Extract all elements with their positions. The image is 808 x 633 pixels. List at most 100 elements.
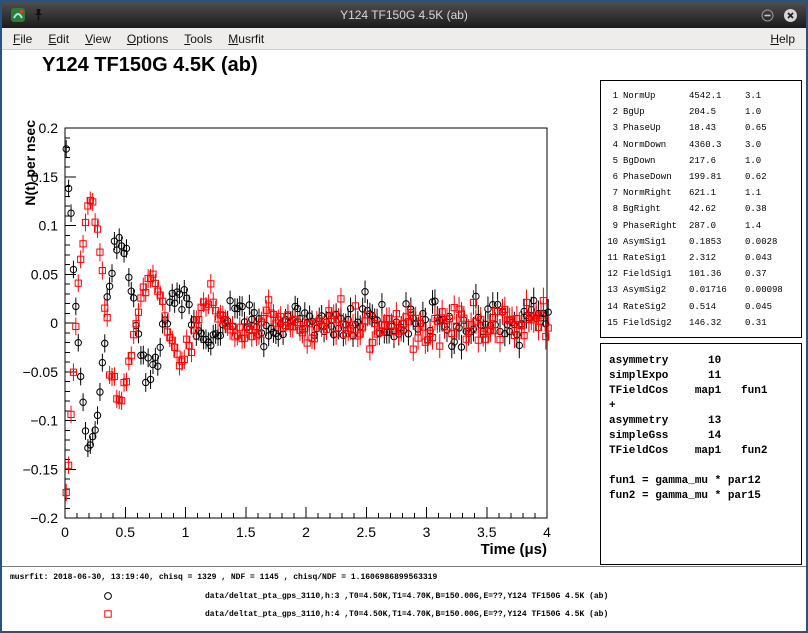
menu-file[interactable]: File <box>5 29 40 49</box>
param-row: 4 NormDown 4360.3 3.0 <box>607 137 797 153</box>
param-row: 10 AsymSig1 0.1853 0.0028 <box>607 234 797 250</box>
param-number: 13 <box>607 282 623 298</box>
param-error: 0.045 <box>745 299 797 315</box>
param-row: 1 NormUp 4542.1 3.1 <box>607 88 797 104</box>
menu-view[interactable]: View <box>77 29 119 49</box>
menu-options[interactable]: Options <box>119 29 176 49</box>
param-error: 1.0 <box>745 104 797 120</box>
param-number: 12 <box>607 266 623 282</box>
footer-divider <box>2 566 806 567</box>
param-error: 0.31 <box>745 315 797 331</box>
theory-text: asymmetry 10 simplExpo 11 TFieldCos map1… <box>609 354 793 504</box>
square-marker-icon <box>102 608 114 620</box>
param-number: 15 <box>607 315 623 331</box>
param-row: 14 RateSig2 0.514 0.045 <box>607 299 797 315</box>
param-name: BgUp <box>623 104 689 120</box>
param-error: 1.0 <box>745 153 797 169</box>
param-value: 621.1 <box>689 185 745 201</box>
param-number: 3 <box>607 120 623 136</box>
legend-row: data/deltat_pta_gps_3110,h:3 ,T0=4.50K,T… <box>2 589 806 605</box>
window-title: Y124 TF150G 4.5K (ab) <box>2 8 806 22</box>
param-row: 12 FieldSig1 101.36 0.37 <box>607 266 797 282</box>
menu-tools[interactable]: Tools <box>176 29 220 49</box>
circle-marker-icon <box>102 590 114 602</box>
param-value: 4542.1 <box>689 88 745 104</box>
param-name: FieldSig1 <box>623 266 689 282</box>
x-tick-label: 1.5 <box>236 524 256 540</box>
fit-status-line: musrfit: 2018-06-30, 13:19:40, chisq = 1… <box>10 573 437 582</box>
param-row: 3 PhaseUp 18.43 0.65 <box>607 120 797 136</box>
x-tick-label: 1 <box>182 524 190 540</box>
minimize-icon <box>761 9 774 22</box>
param-value: 199.81 <box>689 169 745 185</box>
param-value: 42.62 <box>689 201 745 217</box>
x-tick-label: 3.5 <box>477 524 497 540</box>
param-row: 13 AsymSig2 0.01716 0.00098 <box>607 282 797 298</box>
param-name: PhaseUp <box>623 120 689 136</box>
param-number: 6 <box>607 169 623 185</box>
param-error: 0.00098 <box>745 282 797 298</box>
param-value: 2.312 <box>689 250 745 266</box>
legend-label: data/deltat_pta_gps_3110,h:4 ,T0=4.50K,T… <box>205 610 608 619</box>
param-row: 15 FieldSig2 146.32 0.31 <box>607 315 797 331</box>
close-button[interactable] <box>783 8 798 23</box>
param-number: 5 <box>607 153 623 169</box>
param-row: 6 PhaseDown 199.81 0.62 <box>607 169 797 185</box>
y-tick-label: 0.05 <box>31 266 58 282</box>
param-error: 1.4 <box>745 218 797 234</box>
y-axis-title: N(t) per nsec <box>22 120 38 206</box>
param-name: BgDown <box>623 153 689 169</box>
param-error: 3.1 <box>745 88 797 104</box>
param-value: 0.1853 <box>689 234 745 250</box>
series-square-points <box>63 192 551 502</box>
param-error: 0.38 <box>745 201 797 217</box>
y-tick-label: 0 <box>50 315 58 331</box>
menubar: File Edit View Options Tools Musrfit Hel… <box>2 28 806 50</box>
param-value: 0.01716 <box>689 282 745 298</box>
param-value: 204.5 <box>689 104 745 120</box>
app-icon <box>10 7 26 23</box>
menu-musrfit[interactable]: Musrfit <box>220 29 272 49</box>
param-name: NormDown <box>623 137 689 153</box>
musr-plot[interactable]: 00.511.522.533.54−0.2−0.15−0.1−0.0500.05… <box>2 50 602 610</box>
param-name: RateSig2 <box>623 299 689 315</box>
x-tick-label: 3 <box>423 524 431 540</box>
y-tick-label: 0.1 <box>39 218 59 234</box>
param-number: 14 <box>607 299 623 315</box>
menu-help[interactable]: Help <box>762 29 803 49</box>
param-name: PhaseRight <box>623 218 689 234</box>
param-row: 11 RateSig1 2.312 0.043 <box>607 250 797 266</box>
close-icon <box>783 8 798 23</box>
x-tick-label: 0 <box>61 524 69 540</box>
param-name: RateSig1 <box>623 250 689 266</box>
param-number: 7 <box>607 185 623 201</box>
menu-edit[interactable]: Edit <box>40 29 77 49</box>
param-error: 1.1 <box>745 185 797 201</box>
legend-label: data/deltat_pta_gps_3110,h:3 ,T0=4.50K,T… <box>205 592 608 601</box>
param-name: AsymSig2 <box>623 282 689 298</box>
x-tick-label: 0.5 <box>116 524 136 540</box>
param-number: 2 <box>607 104 623 120</box>
param-number: 11 <box>607 250 623 266</box>
y-tick-label: −0.05 <box>23 364 59 380</box>
param-row: 8 BgRight 42.62 0.38 <box>607 201 797 217</box>
x-tick-label: 4 <box>543 524 551 540</box>
param-name: AsymSig1 <box>623 234 689 250</box>
param-name: PhaseDown <box>623 169 689 185</box>
x-tick-label: 2 <box>302 524 310 540</box>
x-tick-label: 2.5 <box>357 524 377 540</box>
param-error: 0.65 <box>745 120 797 136</box>
minimize-button[interactable] <box>761 9 774 22</box>
param-value: 217.6 <box>689 153 745 169</box>
param-number: 10 <box>607 234 623 250</box>
fit-parameters-box: 1 NormUp 4542.1 3.1 2 BgUp 204.5 1.0 3 P… <box>600 80 802 338</box>
param-error: 0.0028 <box>745 234 797 250</box>
param-error: 0.37 <box>745 266 797 282</box>
param-error: 0.62 <box>745 169 797 185</box>
param-error: 3.0 <box>745 137 797 153</box>
param-name: BgRight <box>623 201 689 217</box>
titlebar[interactable]: Y124 TF150G 4.5K (ab) <box>2 2 806 28</box>
param-row: 7 NormRight 621.1 1.1 <box>607 185 797 201</box>
pin-icon[interactable] <box>33 8 44 22</box>
x-axis-title: Time (μs) <box>481 541 547 558</box>
